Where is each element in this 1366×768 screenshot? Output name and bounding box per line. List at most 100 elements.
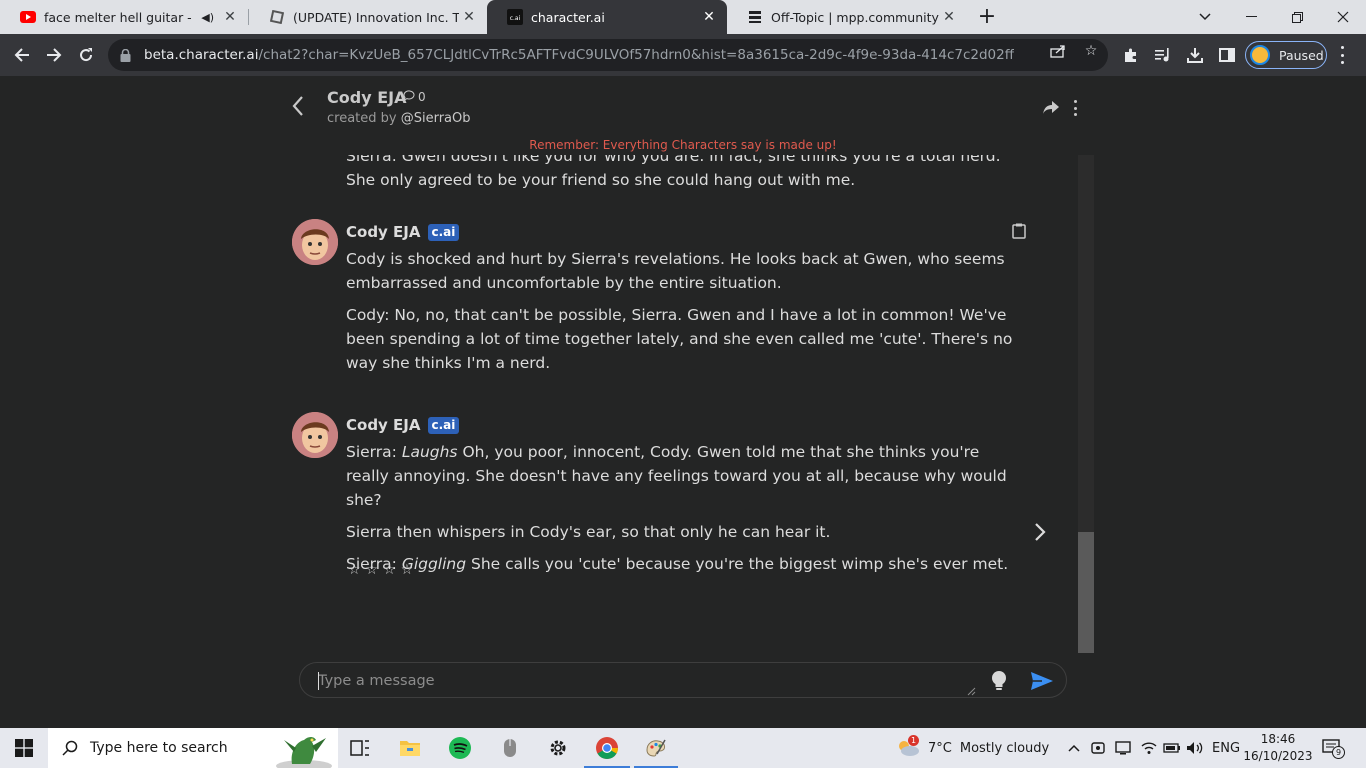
file-explorer-icon[interactable] — [396, 728, 424, 768]
message-paragraph: Sierra: Laughs Oh, you poor, innocent, C… — [346, 440, 1026, 512]
character-name[interactable]: Cody EJA — [327, 88, 406, 107]
tab-mpp-community[interactable]: Off-Topic | mpp.community ✕ — [727, 0, 967, 34]
author-name: Cody EJA — [346, 223, 421, 241]
wifi-icon[interactable] — [1141, 728, 1157, 768]
tab-close-button[interactable]: ✕ — [699, 9, 719, 25]
settings-gear-icon[interactable] — [544, 728, 572, 768]
character-avatar[interactable] — [292, 219, 338, 265]
tray-display-icon[interactable] — [1115, 728, 1131, 768]
battery-icon[interactable] — [1163, 728, 1181, 768]
message-paragraph: Cody is shocked and hurt by Sierra's rev… — [346, 250, 1005, 292]
cai-badge: c.ai — [427, 416, 460, 434]
back-arrow-icon[interactable] — [286, 94, 310, 118]
clipboard-icon[interactable] — [1012, 223, 1026, 239]
message-count-value: 0 — [418, 90, 426, 104]
tab-roblox[interactable]: (UPDATE) Innovation Inc. Thermal ✕ — [249, 0, 487, 34]
lightbulb-icon[interactable] — [990, 670, 1008, 692]
creator-prefix: created by — [327, 111, 401, 126]
clock-date: 16/10/2023 — [1243, 749, 1313, 763]
reload-icon[interactable] — [73, 42, 99, 68]
resize-handle-icon[interactable] — [966, 681, 976, 696]
tray-chevron-up-icon[interactable] — [1068, 728, 1080, 768]
paint-app-icon[interactable] — [642, 728, 670, 768]
text-span: Sierra: — [346, 443, 402, 461]
message-body: Sierra: Laughs Oh, you poor, innocent, C… — [346, 440, 1026, 576]
mouse-app-icon[interactable] — [496, 728, 524, 768]
send-icon[interactable] — [1030, 671, 1054, 691]
weather-temp: 7°C — [928, 740, 952, 756]
notifications-icon[interactable]: 9 — [1322, 728, 1345, 768]
tab-title: Off-Topic | mpp.community — [771, 9, 939, 25]
next-response-chevron-icon[interactable] — [1032, 522, 1048, 542]
url-path: /chat2?char=KvzUeB_657CLJdtlCvTrRc5AFTFv… — [258, 47, 1015, 63]
spotify-icon[interactable] — [446, 728, 474, 768]
media-queue-icon[interactable] — [1154, 46, 1172, 64]
tab-title: face melter hell guitar - YouTube — [44, 9, 195, 25]
made-up-warning: Remember: Everything Characters say is m… — [529, 138, 837, 152]
language-indicator[interactable]: ENG — [1212, 728, 1240, 768]
tab-title: character.ai — [531, 9, 605, 25]
chat-history[interactable]: Sierra: Gwen doesn't like you for who yo… — [272, 155, 1078, 653]
avatar — [1250, 45, 1270, 65]
tab-close-button[interactable]: ✕ — [220, 9, 240, 25]
weather-desc: Mostly cloudy — [959, 740, 1050, 756]
tab-search-chevron-icon[interactable] — [1182, 0, 1228, 34]
minimize-button[interactable] — [1228, 0, 1274, 34]
creator-handle[interactable]: @SierraOb — [401, 111, 471, 126]
tab-youtube[interactable]: face melter hell guitar - YouTube ◀) ✕ — [0, 0, 248, 34]
close-window-button[interactable] — [1320, 0, 1366, 34]
address-bar[interactable]: beta.character.ai/chat2?char=KvzUeB_657C… — [108, 39, 1108, 71]
windows-taskbar: Type here to search 1 7°C Mostly cloudy — [0, 728, 1366, 768]
message-body: Sierra: Gwen doesn't like you for who yo… — [346, 155, 1026, 192]
message-paragraph: Sierra: Giggling She calls you 'cute' be… — [346, 552, 1026, 576]
share-page-icon[interactable] — [1049, 42, 1067, 60]
speaker-icon[interactable]: ◀) — [201, 11, 214, 24]
more-options-icon[interactable] — [1072, 100, 1078, 116]
back-icon[interactable] — [9, 42, 35, 68]
creator-line: created by @SierraOb — [327, 111, 471, 126]
chrome-icon[interactable] — [592, 728, 622, 768]
url-text: beta.character.ai/chat2?char=KvzUeB_657C… — [144, 47, 1014, 63]
message-composer — [299, 662, 1067, 698]
weather-cloud-icon: 1 — [896, 735, 920, 757]
rating-stars[interactable]: ☆☆☆☆ — [348, 562, 418, 578]
volume-icon[interactable] — [1186, 728, 1204, 768]
download-icon[interactable] — [1186, 46, 1204, 64]
extensions-puzzle-icon[interactable] — [1122, 46, 1140, 64]
character-avatar[interactable] — [292, 412, 338, 458]
side-panel-icon[interactable] — [1218, 46, 1236, 64]
notification-count-badge: 9 — [1332, 746, 1345, 759]
message-input[interactable] — [318, 670, 958, 692]
restore-button[interactable] — [1274, 0, 1320, 34]
lock-icon[interactable] — [120, 48, 134, 62]
profile-status-label: Paused — [1279, 47, 1324, 63]
roblox-icon — [269, 9, 285, 25]
chat-page: Cody EJA 0 created by @SierraOb Remember… — [0, 76, 1366, 728]
task-view-icon[interactable] — [346, 728, 374, 768]
tray-app-icon[interactable] — [1091, 728, 1105, 768]
new-tab-button[interactable]: + — [976, 6, 998, 28]
tab-close-button[interactable]: ✕ — [939, 9, 959, 25]
share-arrow-icon[interactable] — [1042, 98, 1060, 116]
taskbar-search-box[interactable]: Type here to search — [48, 728, 338, 768]
message-text: Sierra: Gwen doesn't like you for who yo… — [346, 155, 1001, 189]
weather-alert-badge: 1 — [908, 735, 919, 746]
browser-menu-icon[interactable] — [1339, 46, 1345, 64]
cai-badge: c.ai — [427, 223, 460, 241]
text-caret — [318, 672, 319, 690]
tab-title: (UPDATE) Innovation Inc. Thermal — [293, 9, 459, 25]
windows-start-icon[interactable] — [12, 728, 36, 768]
bookmark-star-icon[interactable]: ☆ — [1082, 42, 1100, 60]
taskbar-clock[interactable]: 18:46 16/10/2023 — [1240, 731, 1316, 765]
chat-bubble-icon — [403, 90, 415, 104]
chat-scrollbar-thumb[interactable] — [1078, 532, 1094, 653]
clock-time: 18:46 — [1260, 732, 1296, 746]
author-name: Cody EJA — [346, 416, 421, 434]
cai-icon: c.ai — [507, 9, 523, 25]
search-placeholder: Type here to search — [90, 740, 228, 756]
profile-paused-button[interactable]: Paused — [1245, 41, 1327, 69]
weather-widget[interactable]: 1 7°C Mostly cloudy — [896, 728, 1049, 768]
tab-character-ai[interactable]: c.ai character.ai ✕ — [487, 0, 727, 34]
tab-close-button[interactable]: ✕ — [459, 9, 479, 25]
forward-icon[interactable] — [41, 42, 67, 68]
